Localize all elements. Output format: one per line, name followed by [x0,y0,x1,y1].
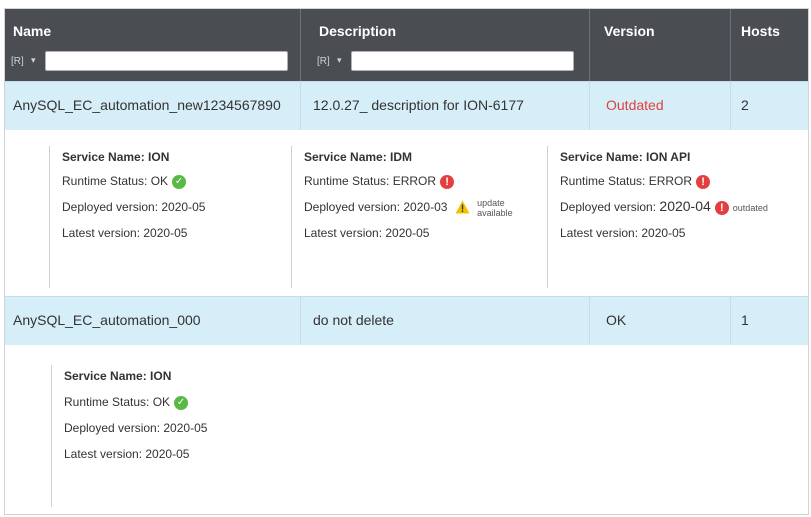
column-header-version[interactable]: Version [590,9,731,81]
error-icon: ! [696,174,711,189]
update-note-line2: available [477,208,513,218]
runtime-status-text: Runtime Status: ERROR [304,174,437,188]
check-icon: ✓ [174,395,189,410]
chevron-down-icon[interactable]: ▾ [337,55,342,66]
cell-description: do not delete [301,297,590,345]
service-card: Service Name: ION Runtime Status: OK ✓ De… [49,146,290,288]
column-header-name-label: Name [13,23,52,39]
table-row[interactable]: AnySQL_EC_automation_new1234567890 12.0.… [5,81,808,131]
cell-name: AnySQL_EC_automation_000 [5,297,301,345]
cell-version: OK [590,297,731,345]
runtime-status-text: Runtime Status: OK [62,174,169,188]
latest-version: Latest version: 2020-05 [560,226,686,240]
column-header-hosts-label: Hosts [741,23,780,39]
runtime-status: Runtime Status: ERROR! [304,174,455,189]
filter-type-icon[interactable]: [R] [317,56,335,69]
runtime-status-text: Runtime Status: OK [64,395,171,409]
cell-hosts: 1 [741,312,749,328]
description-filter-input[interactable] [351,51,574,71]
services-table: Name [R] ▾ Description [R] ▾ Version Hos… [4,8,809,515]
error-icon: ! [714,200,729,215]
description-filter: [R] ▾ [311,51,589,73]
service-name: Service Name: ION [64,369,172,383]
chevron-down-icon[interactable]: ▾ [31,55,36,66]
name-filter: [R] ▾ [5,51,300,73]
column-header-description[interactable]: Description [R] ▾ [301,9,590,81]
deployed-version-text: Deployed version: 2020-03 [304,200,448,215]
table-header: Name [R] ▾ Description [R] ▾ Version Hos… [5,9,808,81]
runtime-status: Runtime Status: ERROR! [560,174,711,189]
runtime-status: Runtime Status: OK ✓ [64,395,189,410]
latest-version: Latest version: 2020-05 [304,226,430,240]
cell-hosts: 2 [741,97,749,113]
column-header-version-label: Version [604,23,655,39]
service-card: Service Name: ION API Runtime Status: ER… [547,146,806,288]
runtime-status-text: Runtime Status: ERROR [560,174,693,188]
check-icon: ✓ [172,174,187,189]
service-name: Service Name: ION API [560,150,691,164]
latest-version: Latest version: 2020-05 [62,226,188,240]
deployed-version: Deployed version: 2020-04! outdated [560,198,768,215]
deployed-version: Deployed version: 2020-03 update availabl… [304,198,513,218]
service-name: Service Name: IDM [304,150,413,164]
cell-name: AnySQL_EC_automation_new1234567890 [5,82,301,130]
name-filter-input[interactable] [45,51,288,71]
cell-description: 12.0.27_ description for ION-6177 [301,82,590,130]
column-header-description-label: Description [319,23,397,39]
runtime-status: Runtime Status: OK ✓ [62,174,187,189]
service-card: Service Name: IDM Runtime Status: ERROR!… [291,146,546,288]
outdated-note: outdated [732,202,768,213]
service-card: Service Name: ION Runtime Status: OK ✓ De… [51,365,292,507]
update-note-line1: update [477,198,505,208]
filter-type-icon[interactable]: [R] [11,56,29,69]
deployed-version-label: Deployed version: [560,200,657,214]
warning-icon [455,200,470,217]
column-header-hosts[interactable]: Hosts [731,9,808,81]
update-available-note: update available [477,198,513,218]
table-row[interactable]: AnySQL_EC_automation_000 do not delete O… [5,296,808,346]
column-header-name[interactable]: Name [R] ▾ [5,9,301,81]
service-name: Service Name: ION [62,150,170,164]
error-icon: ! [440,174,455,189]
latest-version: Latest version: 2020-05 [64,447,190,461]
deployed-version: Deployed version: 2020-05 [62,200,206,214]
row-detail: Service Name: ION Runtime Status: OK ✓ De… [5,345,808,514]
cell-version: Outdated [590,82,731,130]
deployed-version-value: 2020-04 [659,198,711,214]
row-detail: Service Name: ION Runtime Status: OK ✓ De… [5,130,808,294]
deployed-version: Deployed version: 2020-05 [64,421,208,435]
